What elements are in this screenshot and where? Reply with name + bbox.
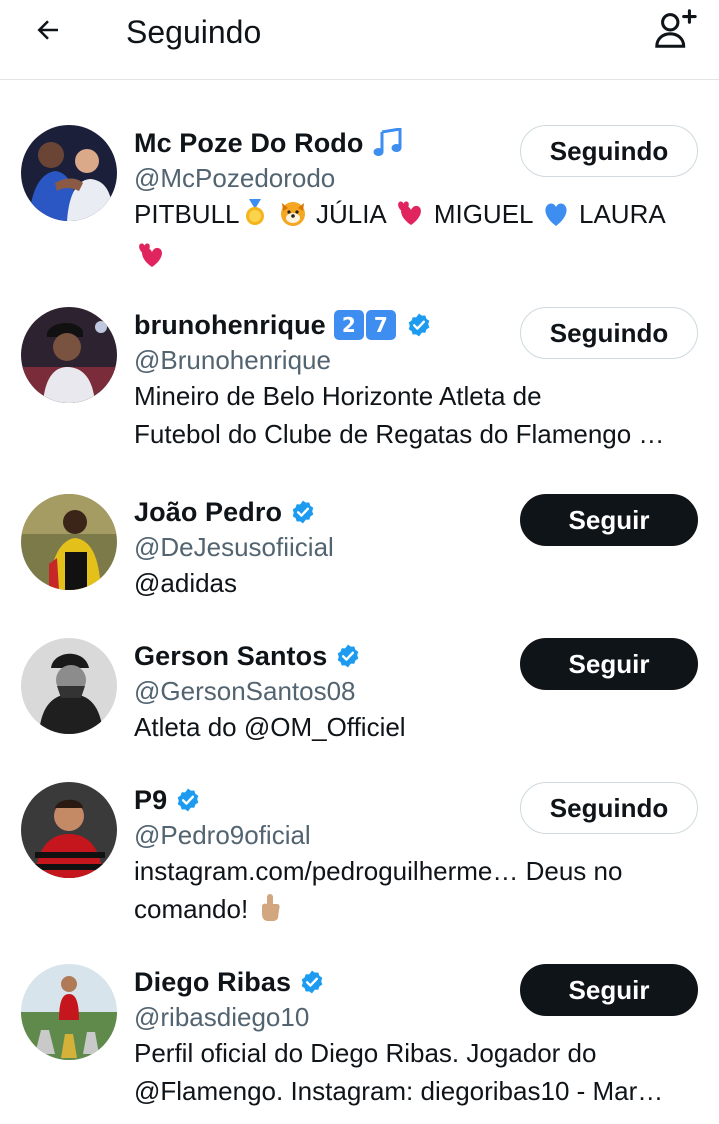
- display-name: P9: [134, 784, 168, 815]
- arrow-left-icon: [33, 15, 63, 50]
- user-bio: Atleta do @OM_Officiel: [134, 708, 694, 746]
- blue-heart-emoji: [542, 199, 570, 237]
- bio-text: JÚLIA: [315, 199, 386, 229]
- name-line: Mc Poze Do Rodo: [134, 125, 404, 161]
- user-handle: @ribasdiego10: [134, 1002, 310, 1032]
- avatar[interactable]: [21, 964, 117, 1060]
- two-hearts-emoji: [395, 199, 425, 237]
- user-handle: @DeJesusofiicial: [134, 532, 334, 562]
- name-line: Gerson Santos: [134, 638, 361, 674]
- verified-badge-icon: [335, 643, 361, 669]
- verified-badge-icon: [175, 787, 201, 813]
- musical-notes-emoji: [372, 128, 404, 158]
- name-line: P9: [134, 782, 201, 818]
- verified-badge-icon: [290, 499, 316, 525]
- page-title: Seguindo: [126, 14, 262, 50]
- add-user-icon: [653, 6, 699, 57]
- two-hearts-emoji: [136, 241, 166, 279]
- user-handle: @Pedro9oficial: [134, 820, 311, 850]
- user-cell[interactable]: Gerson Santos @GersonSantos08 Atleta do …: [0, 638, 719, 758]
- avatar[interactable]: [21, 125, 117, 221]
- display-name: João Pedro: [134, 496, 283, 527]
- bio-line: Perfil oficial do Diego Ribas. Jogador d…: [134, 1038, 597, 1068]
- keycap: 2: [333, 310, 364, 340]
- avatar[interactable]: [21, 307, 117, 403]
- back-button[interactable]: [20, 10, 76, 54]
- pointing-up-emoji: [257, 892, 283, 932]
- avatar[interactable]: [21, 782, 117, 878]
- user-bio: instagram.com/pedroguilherme… Deus no co…: [134, 852, 694, 932]
- user-cell[interactable]: brunohenrique 2 7 @Brunohenrique Mineiro…: [0, 307, 719, 467]
- name-line: João Pedro: [134, 494, 316, 530]
- user-cell[interactable]: Mc Poze Do Rodo @McPozedorodo PITBULL JÚ…: [0, 125, 719, 275]
- following-button[interactable]: Seguindo: [520, 782, 698, 834]
- keycap: 7: [365, 310, 396, 340]
- user-handle: @McPozedorodo: [134, 163, 336, 193]
- bio-line: Futebol do Clube de Regatas do Flamengo …: [134, 419, 665, 449]
- name-line: Diego Ribas: [134, 964, 325, 1000]
- bio-text: MIGUEL: [433, 199, 533, 229]
- avatar[interactable]: [21, 638, 117, 734]
- verified-badge-icon: [299, 969, 325, 995]
- user-handle: @GersonSantos08: [134, 676, 356, 706]
- bio-line: Atleta do @OM_Officiel: [134, 712, 406, 742]
- user-bio: @adidas: [134, 564, 694, 602]
- user-bio: Perfil oficial do Diego Ribas. Jogador d…: [134, 1034, 694, 1110]
- bio-line: instagram.com/pedroguilherme… Deus no: [134, 856, 623, 886]
- display-name: Gerson Santos: [134, 640, 328, 671]
- follow-button[interactable]: Seguir: [520, 638, 698, 690]
- user-bio: PITBULL JÚLIA MIGUEL LAURA: [134, 195, 694, 279]
- keycap-digits-emoji: 2 7: [333, 310, 398, 340]
- follow-button[interactable]: Seguir: [520, 494, 698, 546]
- bio-line: @adidas: [134, 568, 238, 598]
- display-name: brunohenrique: [134, 309, 326, 340]
- bio-line: Mineiro de Belo Horizonte Atleta de: [134, 381, 542, 411]
- user-handle: @Brunohenrique: [134, 345, 331, 375]
- avatar[interactable]: [21, 494, 117, 590]
- user-bio: Mineiro de Belo Horizonte Atleta de Fute…: [134, 377, 694, 453]
- user-cell[interactable]: Diego Ribas @ribasdiego10 Perfil oficial…: [0, 964, 719, 1124]
- add-user-button[interactable]: [648, 6, 704, 56]
- follow-button[interactable]: Seguir: [520, 964, 698, 1016]
- following-button[interactable]: Seguindo: [520, 125, 698, 177]
- top-bar: Seguindo: [0, 0, 719, 80]
- display-name: Diego Ribas: [134, 966, 292, 997]
- name-line: brunohenrique 2 7: [134, 307, 432, 343]
- following-button[interactable]: Seguindo: [520, 307, 698, 359]
- bio-text: PITBULL: [134, 199, 240, 229]
- bio-line: comando!: [134, 894, 249, 924]
- bio-line: @Flamengo. Instagram: diegoribas10 - Mar…: [134, 1076, 664, 1106]
- user-cell[interactable]: João Pedro @DeJesusofiicial @adidas Segu…: [0, 494, 719, 614]
- bio-text: LAURA: [579, 199, 666, 229]
- gold-medal-emoji: [242, 199, 268, 237]
- dog-face-emoji: [279, 199, 307, 237]
- display-name: Mc Poze Do Rodo: [134, 127, 364, 158]
- verified-badge-icon: [406, 312, 432, 338]
- user-cell[interactable]: P9 @Pedro9oficial instagram.com/pedrogui…: [0, 782, 719, 932]
